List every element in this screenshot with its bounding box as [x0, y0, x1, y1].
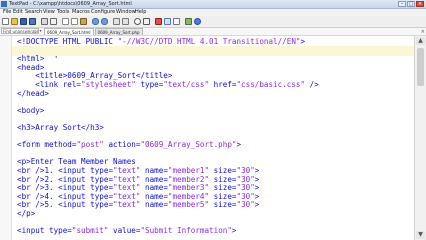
menu-macros[interactable]: Macros [72, 9, 90, 16]
code-token: > [254, 200, 260, 210]
scrollbar-thumb[interactable] [417, 48, 424, 86]
code-token: 5. [44, 200, 59, 210]
menu-configure[interactable]: Configure [91, 9, 115, 16]
editor-gutter [0, 36, 12, 240]
outdent-icon[interactable] [122, 18, 129, 25]
tab-0609-array-sort-php[interactable]: 0609_Array_Sort.php [94, 28, 143, 35]
close-button[interactable]: × [416, 1, 424, 7]
code-token: <body> [17, 105, 45, 115]
scroll-up-icon[interactable]: ▲ [416, 37, 425, 45]
code-editor[interactable]: I <!DOCTYPE HTML PUBLIC "-//W3C//DTD HTM… [0, 36, 414, 240]
code-token: > [236, 140, 242, 150]
minimize-button[interactable]: – [398, 1, 406, 7]
cut-icon[interactable] [62, 18, 69, 25]
code-token: "30" [236, 200, 255, 210]
code-line[interactable]: </head> [17, 89, 49, 99]
save-icon[interactable] [20, 18, 27, 25]
code-token: <form method= [17, 140, 77, 150]
replace-icon[interactable] [143, 18, 150, 25]
menu-view[interactable]: View [43, 9, 55, 16]
code-token: "member5" [167, 200, 210, 210]
code-token: </p> [17, 209, 36, 218]
menu-edit[interactable]: Edit [13, 9, 23, 16]
menu-file[interactable]: File [3, 9, 11, 16]
title-bar: TextPad - C:\xampp\htdocs\0609_Array_Sor… [0, 0, 426, 9]
code-token: Array Sort [35, 123, 82, 132]
textpad-app-icon [1, 1, 7, 7]
save-all-icon[interactable] [29, 18, 36, 25]
menu-window[interactable]: Window [116, 9, 136, 16]
close-document-icon[interactable]: × [421, 29, 425, 35]
tab-0609-array-sort-html[interactable]: 0609_Array_Sort.html [44, 28, 94, 35]
window-controls: – □ × [398, 1, 424, 7]
copy-icon[interactable] [71, 18, 78, 25]
code-token: "submit" [71, 226, 109, 236]
code-token: action= [103, 140, 141, 150]
code-token: <input type= [17, 226, 72, 236]
menu-help[interactable]: Help [135, 9, 146, 16]
code-token: "post" [76, 140, 104, 150]
vertical-scrollbar[interactable]: ▲ ▼ [414, 36, 426, 240]
clip-library-select[interactable]: Find unanswerable [1, 28, 39, 34]
code-token: <h3> [17, 123, 36, 132]
code-token: > [231, 226, 237, 236]
code-token: "0609_Array_Sort.php" [140, 140, 237, 150]
code-line[interactable]: <link rel="stylesheet" type="text/css" h… [17, 80, 319, 90]
code-token: "stylesheet" [81, 80, 136, 89]
menu-tools[interactable]: Tools [57, 9, 69, 16]
indent-icon[interactable] [113, 18, 120, 25]
code-token: "css/basic.css" [236, 80, 306, 89]
code-token: /> [305, 80, 319, 89]
code-token: type= [135, 80, 164, 89]
code-token: "text/css" [163, 80, 210, 89]
code-line[interactable]: <br />5. <input type="text" name="member… [17, 200, 259, 210]
help-icon[interactable] [194, 18, 201, 25]
code-token: value= [108, 226, 141, 236]
code-line[interactable] [12, 45, 414, 56]
code-token: </h3> [81, 123, 104, 132]
chevron-down-icon[interactable]: ▾ [38, 28, 43, 34]
menu-bar: File Edit Search View Tools Macros Confi… [0, 9, 426, 16]
code-token: name= [140, 200, 168, 210]
code-line[interactable]: <h3>Array Sort</h3> [17, 123, 104, 133]
code-line[interactable]: <body> [17, 106, 44, 116]
new-file-icon[interactable] [2, 18, 9, 25]
maximize-button[interactable]: □ [407, 1, 415, 7]
code-line[interactable]: </p> [17, 209, 35, 219]
undo-icon[interactable] [92, 18, 99, 25]
code-token: size= [209, 200, 237, 210]
visible-spaces-icon[interactable] [173, 18, 180, 25]
print-preview-icon[interactable] [50, 18, 57, 25]
menu-search[interactable]: Search [25, 9, 42, 16]
code-token: href= [209, 80, 237, 89]
document-tabs: 0609_Array_Sort.html 0609_Array_Sort.php [44, 28, 144, 35]
tools-icon[interactable] [185, 18, 192, 25]
code-line[interactable]: <form method="post" action="0609_Array_S… [17, 140, 241, 150]
open-folder-icon[interactable] [11, 18, 18, 25]
code-token: "Submit Information" [140, 226, 232, 236]
code-line[interactable]: <input type="submit" value="Submit Infor… [17, 226, 236, 236]
scroll-down-icon[interactable]: ▼ [416, 231, 425, 239]
find-icon[interactable] [134, 18, 141, 25]
word-wrap-icon[interactable] [164, 18, 171, 25]
paste-icon[interactable] [80, 18, 87, 25]
window-title: TextPad - C:\xampp\htdocs\0609_Array_Sor… [9, 1, 132, 7]
code-token: "text" [113, 200, 141, 210]
code-token: <input type= [58, 200, 114, 210]
toolbar [0, 16, 426, 28]
spell-check-icon[interactable] [155, 18, 162, 25]
code-token: </head> [17, 88, 50, 98]
print-icon[interactable] [41, 18, 48, 25]
redo-icon[interactable] [101, 18, 108, 25]
